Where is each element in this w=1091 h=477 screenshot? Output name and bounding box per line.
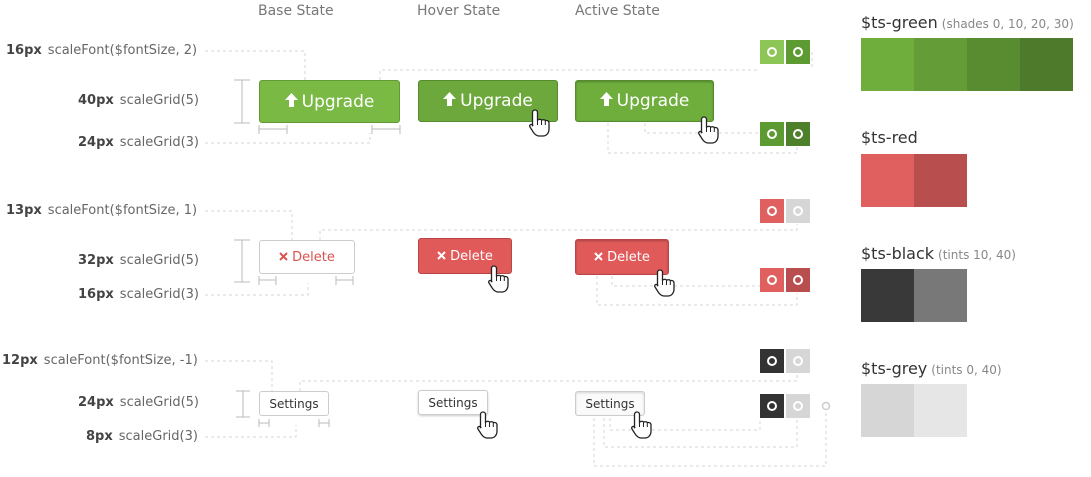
swatch-grey-light: [786, 349, 810, 373]
upgrade-label: Upgrade: [301, 91, 375, 112]
palette-title-green: $ts-green (shades 0, 10, 20, 30): [861, 13, 1074, 32]
upgrade-label: Upgrade: [616, 91, 690, 111]
settings-label: Settings: [428, 395, 478, 410]
palette-swatch: [861, 154, 914, 207]
palette-swatch: [914, 38, 967, 91]
delete-button-base[interactable]: Delete: [259, 240, 355, 274]
spec-padding-red: 16px scaleGrid(3): [78, 287, 199, 302]
upgrade-label: Upgrade: [460, 91, 533, 111]
palette-title-black: $ts-black (tints 10, 40): [861, 244, 1016, 263]
hand-pointer-icon: [529, 109, 550, 137]
palette-swatch: [861, 269, 914, 322]
spec-height-green: 40px scaleGrid(5): [78, 93, 199, 108]
spec-font-green: 16px scaleFont($fontSize, 2): [6, 43, 198, 58]
x-icon: [594, 250, 603, 265]
spec-padding-grey: 8px scaleGrid(3): [86, 429, 198, 444]
column-header-active: Active State: [575, 3, 660, 19]
palette-red: [861, 154, 967, 207]
swatch-green: [760, 122, 784, 146]
column-header-hover: Hover State: [417, 3, 501, 19]
delete-label: Delete: [292, 249, 335, 265]
hand-pointer-icon: [477, 411, 498, 439]
palette-green: [861, 38, 1073, 91]
x-icon: [279, 250, 288, 265]
palette-title-grey: $ts-grey (tints 0, 40): [861, 359, 1002, 378]
swatch-red: [760, 268, 784, 292]
hand-pointer-icon: [488, 265, 509, 293]
swatch-red-dark: [786, 268, 810, 292]
settings-button-base[interactable]: Settings: [259, 391, 329, 416]
swatch-red: [760, 199, 784, 223]
palette-swatch: [861, 384, 914, 437]
swatch-green-light: [760, 40, 784, 64]
hand-pointer-icon: [631, 411, 652, 439]
spec-height-red: 32px scaleGrid(5): [78, 253, 199, 268]
spec-padding-green: 24px scaleGrid(3): [78, 135, 199, 150]
arrow-up-icon: [599, 91, 613, 111]
delete-label: Delete: [607, 249, 650, 265]
swatch-grey-light: [786, 394, 810, 418]
upgrade-button-active[interactable]: Upgrade: [575, 80, 714, 122]
spec-font-red: 13px scaleFont($fontSize, 1): [6, 203, 198, 218]
arrow-up-icon: [443, 91, 457, 111]
arrow-up-icon: [284, 92, 298, 112]
palette-swatch: [1020, 38, 1073, 91]
upgrade-button-base[interactable]: Upgrade: [259, 80, 400, 123]
settings-label: Settings: [585, 396, 635, 411]
spec-font-grey: 12px scaleFont($fontSize, -1): [2, 353, 198, 368]
palette-grey: [861, 384, 967, 437]
palette-swatch: [967, 38, 1020, 91]
hand-pointer-icon: [698, 116, 719, 144]
column-header-base: Base State: [258, 3, 334, 19]
delete-label: Delete: [450, 248, 493, 264]
palette-title-red: $ts-red: [861, 128, 918, 147]
swatch-black: [760, 349, 784, 373]
swatch-green: [786, 40, 810, 64]
palette-swatch: [861, 38, 914, 91]
swatch-grey-light: [786, 199, 810, 223]
palette-swatch: [914, 154, 967, 207]
palette-black: [861, 269, 967, 322]
palette-swatch: [914, 384, 967, 437]
x-icon: [437, 249, 446, 264]
hand-pointer-icon: [654, 269, 675, 297]
spec-height-grey: 24px scaleGrid(5): [78, 395, 199, 410]
palette-swatch: [914, 269, 967, 322]
swatch-black: [760, 394, 784, 418]
swatch-green-dark: [786, 122, 810, 146]
settings-label: Settings: [269, 396, 319, 411]
